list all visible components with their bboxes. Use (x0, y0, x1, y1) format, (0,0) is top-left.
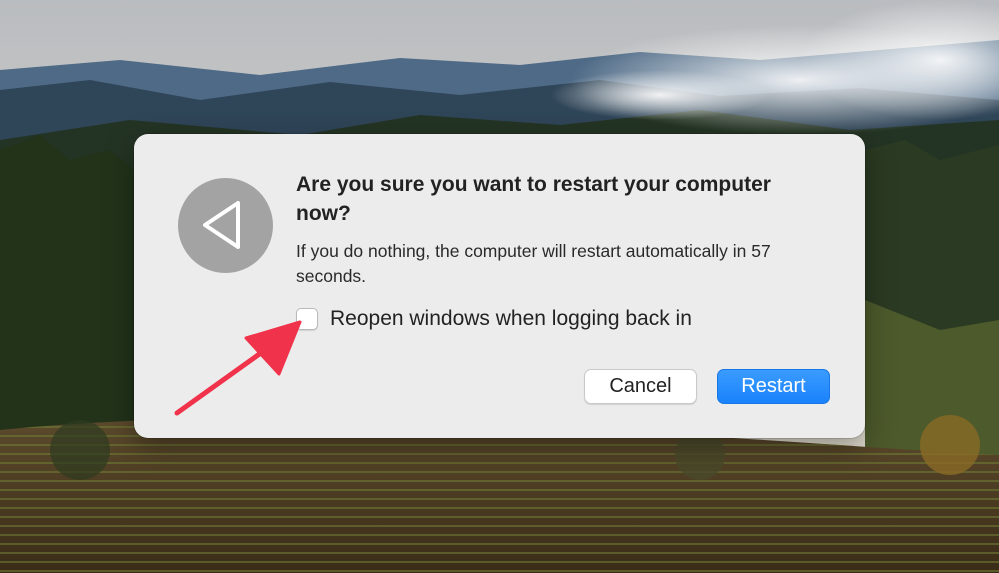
restart-triangle-icon (178, 178, 273, 273)
reopen-windows-checkbox[interactable] (296, 308, 318, 330)
cancel-button[interactable]: Cancel (584, 369, 697, 404)
desktop: Are you sure you want to restart your co… (0, 0, 999, 573)
restart-button[interactable]: Restart (717, 369, 830, 404)
dialog-message: If you do nothing, the computer will res… (296, 241, 771, 286)
dialog-title: Are you sure you want to restart your co… (296, 173, 771, 225)
reopen-windows-checkbox-row[interactable]: Reopen windows when logging back in (296, 304, 692, 334)
restart-dialog: Are you sure you want to restart your co… (134, 134, 865, 438)
reopen-windows-label[interactable]: Reopen windows when logging back in (330, 307, 692, 331)
